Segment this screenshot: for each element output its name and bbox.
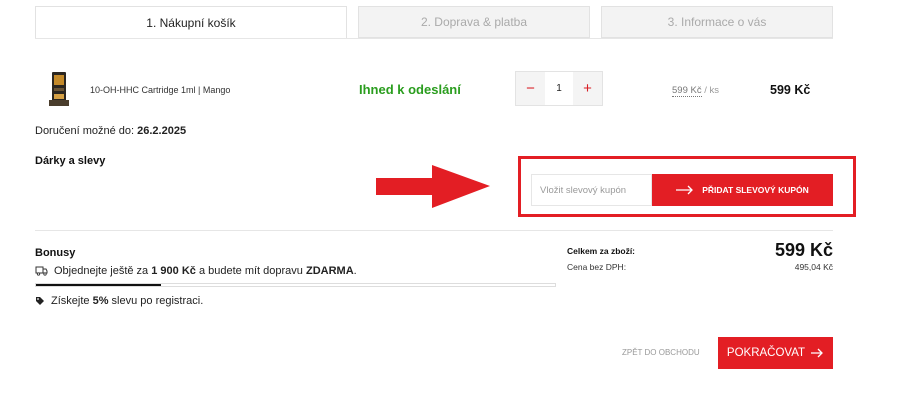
product-name[interactable]: 10-OH-HHC Cartridge 1ml | Mango bbox=[90, 85, 230, 95]
arrow-right-icon bbox=[811, 348, 823, 358]
arrow-right-icon bbox=[676, 185, 694, 195]
unit-price-suffix: / ks bbox=[704, 85, 719, 96]
decrease-quantity-button[interactable]: − bbox=[516, 72, 545, 105]
free-shipping-pre: Objednejte ještě za bbox=[54, 265, 149, 277]
unit-price-value: 599 Kč bbox=[672, 85, 702, 97]
free-shipping-progress-fill bbox=[36, 284, 161, 286]
back-to-shop-link[interactable]: ZPĚT DO OBCHODU bbox=[622, 348, 700, 357]
increase-quantity-button[interactable]: + bbox=[573, 72, 602, 105]
continue-label: POKRAČOVAT bbox=[726, 347, 806, 359]
add-coupon-label: PŘIDAT SLEVOVÝ KUPÓN bbox=[702, 185, 809, 195]
total-label: Celkem za zboží: bbox=[567, 246, 636, 256]
tab-cart-label: 1. Nákupní košík bbox=[146, 15, 236, 30]
tab-divider bbox=[35, 38, 833, 39]
annotation-arrow-icon bbox=[376, 165, 490, 208]
stock-status: Ihned k odeslání bbox=[359, 82, 461, 97]
gifts-discounts-title: Dárky a slevy bbox=[35, 155, 106, 167]
tab-shipping-payment[interactable]: 2. Doprava & platba bbox=[358, 6, 590, 38]
free-shipping-end: . bbox=[353, 265, 357, 277]
free-shipping-progress bbox=[35, 283, 556, 287]
truck-icon bbox=[35, 266, 48, 276]
quantity-stepper: − 1 + bbox=[515, 71, 603, 106]
tab-information[interactable]: 3. Informace o vás bbox=[601, 6, 833, 38]
free-shipping-bonus: Objednejte ještě za 1 900 Kč a budete mí… bbox=[35, 265, 357, 277]
section-divider bbox=[35, 230, 833, 231]
free-shipping-amount: 1 900 Kč bbox=[151, 265, 196, 277]
delivery-date-value: 26.2.2025 bbox=[137, 125, 187, 137]
continue-button[interactable]: POKRAČOVAT bbox=[718, 337, 833, 369]
free-shipping-mid: a budete mít dopravu bbox=[198, 265, 303, 277]
tab-information-label: 3. Informace o vás bbox=[667, 15, 767, 29]
free-shipping-text: Objednejte ještě za 1 900 Kč a budete mí… bbox=[54, 265, 357, 277]
quantity-value[interactable]: 1 bbox=[545, 72, 573, 105]
registration-post: slevu po registraci. bbox=[111, 295, 204, 307]
delivery-label: Doručení možné do: bbox=[35, 125, 135, 137]
tag-icon bbox=[36, 297, 44, 305]
add-coupon-button[interactable]: PŘIDAT SLEVOVÝ KUPÓN bbox=[652, 174, 833, 206]
bonus-title: Bonusy bbox=[35, 247, 76, 259]
delivery-date: Doručení možné do: 26.2.2025 bbox=[35, 125, 186, 137]
registration-pre: Získejte bbox=[51, 295, 90, 307]
free-shipping-free: ZDARMA bbox=[305, 265, 354, 277]
unit-price: 599 Kč / ks bbox=[672, 85, 719, 97]
plus-icon: + bbox=[583, 80, 592, 97]
total-value: 599 Kč bbox=[774, 240, 833, 260]
price-without-vat-label: Cena bez DPH: bbox=[567, 262, 627, 272]
registration-percent: 5% bbox=[92, 295, 109, 307]
tab-cart[interactable]: 1. Nákupní košík bbox=[35, 6, 347, 39]
registration-bonus: Získejte 5% slevu po registraci. bbox=[35, 295, 203, 307]
price-without-vat-value: 495,04 Kč bbox=[794, 262, 833, 272]
registration-text: Získejte 5% slevu po registraci. bbox=[51, 295, 203, 307]
coupon-input[interactable] bbox=[531, 174, 652, 206]
tab-shipping-label: 2. Doprava & platba bbox=[420, 15, 528, 29]
line-total: 599 Kč bbox=[770, 83, 811, 97]
minus-icon: − bbox=[526, 80, 535, 97]
product-image[interactable] bbox=[46, 70, 72, 108]
